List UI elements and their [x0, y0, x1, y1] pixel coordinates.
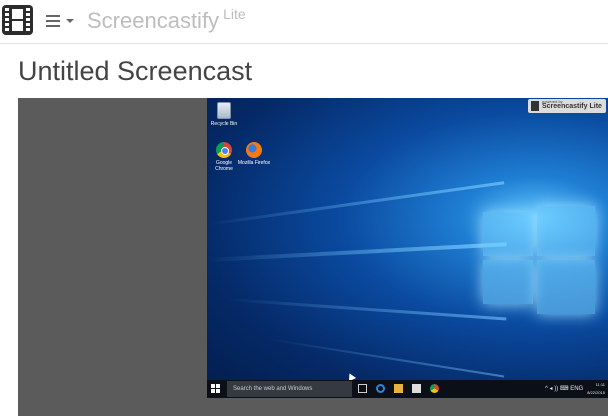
desktop-icon-chrome[interactable]: Google Chrome [207, 142, 241, 172]
desktop-icon-label: Mozilla Firefox [237, 160, 271, 166]
screencastify-watermark: powered by Screencastify Lite [528, 99, 606, 113]
menu-dropdown-button[interactable] [44, 12, 76, 30]
windows-logo-wallpaper [483, 206, 595, 314]
app-header: Screencastify Lite [0, 0, 608, 44]
store-icon[interactable] [412, 384, 421, 393]
film-strip-icon [531, 101, 539, 111]
watermark-name: Screencastify Lite [542, 103, 602, 110]
chrome-icon[interactable] [430, 384, 439, 393]
page-title[interactable]: Untitled Screencast [18, 56, 252, 87]
taskbar-search-box[interactable]: Search the web and Windows [227, 381, 352, 397]
desktop-icon-label: Recycle Bin [210, 121, 238, 127]
light-beam [207, 242, 507, 262]
video-player[interactable]: powered by Screencastify Lite Recycle Bi… [18, 98, 608, 416]
light-beam [266, 338, 505, 378]
desktop-icon-recycle-bin[interactable]: Recycle Bin [207, 102, 241, 127]
firefox-icon [246, 142, 262, 158]
file-explorer-icon[interactable] [394, 384, 403, 393]
desktop-icon-firefox[interactable]: Mozilla Firefox [237, 142, 271, 166]
windows-start-icon[interactable] [211, 384, 221, 394]
brand-name: Screencastify Lite [87, 6, 246, 34]
desktop-icon-label: Google Chrome [215, 160, 233, 172]
tray-icons[interactable]: ^ ◂ )) ⌨ ENG [545, 380, 583, 398]
taskbar-clock: 11:11 8/22/2015 [587, 380, 605, 397]
windows-taskbar: Search the web and Windows ^ ◂ )) ⌨ ENG1… [207, 380, 608, 398]
clock-time: 11:11 [595, 382, 605, 387]
film-strip-icon[interactable] [2, 5, 33, 35]
brand-edition: Lite [223, 6, 246, 22]
light-beam [207, 181, 505, 226]
video-frame[interactable]: powered by Screencastify Lite Recycle Bi… [207, 98, 608, 398]
task-view-icon[interactable] [358, 384, 367, 393]
system-tray: ^ ◂ )) ⌨ ENG 11:11 8/22/2015 [545, 380, 605, 398]
chrome-icon [216, 142, 232, 158]
light-beam [226, 298, 507, 321]
caret-down-icon [66, 19, 74, 23]
clock-date: 8/22/2015 [587, 390, 605, 395]
brand-text: Screencastify [87, 8, 220, 33]
hamburger-icon [46, 15, 60, 30]
recycle-bin-icon [217, 102, 231, 119]
edge-icon[interactable] [376, 384, 385, 393]
